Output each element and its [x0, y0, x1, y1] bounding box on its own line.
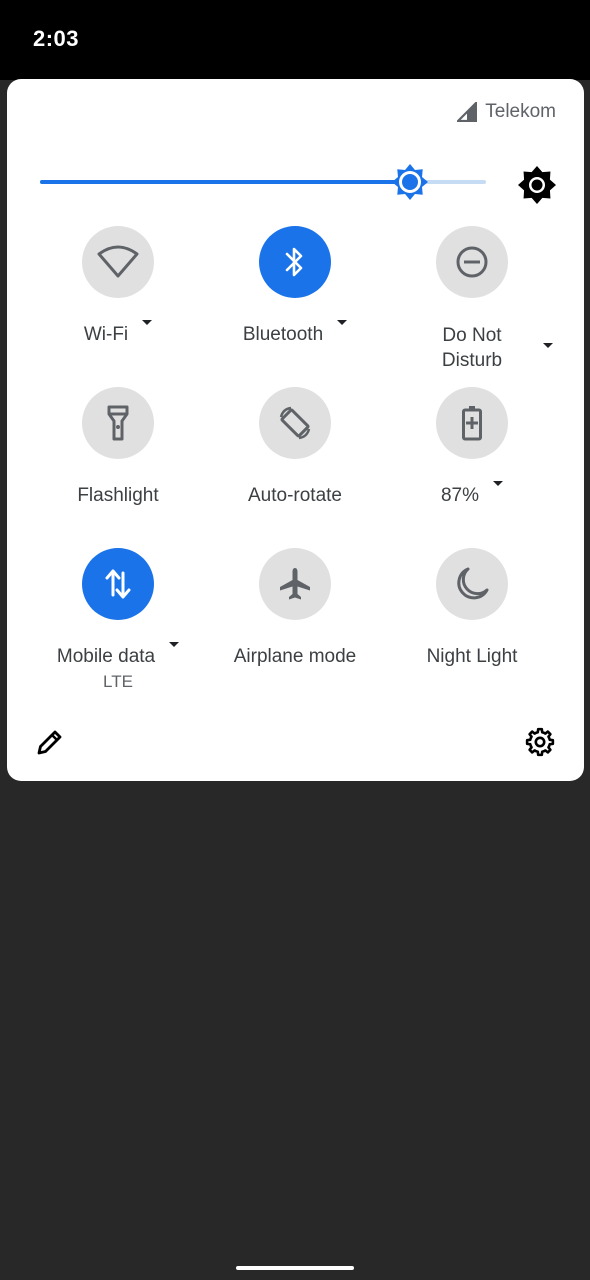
chevron-down-icon[interactable]	[543, 343, 553, 348]
quick-settings-panel: Telekom Wi-Fi Bluetooth Do Not Disturb F…	[7, 79, 584, 781]
tile-airplane-label: Airplane mode	[233, 646, 357, 667]
gear-icon[interactable]	[525, 727, 555, 757]
tile-bluetooth-button[interactable]	[259, 226, 331, 298]
flashlight-icon	[107, 405, 129, 441]
signal-icon	[457, 102, 478, 122]
tile-night-light-button[interactable]	[436, 548, 508, 620]
chevron-down-icon[interactable]	[493, 481, 504, 486]
do-not-disturb-icon	[456, 246, 488, 278]
tile-bluetooth-label: Bluetooth	[242, 324, 324, 345]
tile-mobile-data-button[interactable]	[82, 548, 154, 620]
pencil-icon[interactable]	[35, 727, 65, 757]
tile-airplane-mode[interactable]: Airplane mode	[205, 548, 385, 698]
tile-mobile-data-sublabel: LTE	[103, 672, 133, 691]
tile-wifi[interactable]: Wi-Fi	[28, 226, 208, 376]
tile-night-light[interactable]: Night Light	[382, 548, 562, 698]
brightness-slider-fill	[40, 180, 411, 184]
tile-do-not-disturb[interactable]: Do Not Disturb	[382, 226, 562, 376]
tile-auto-rotate-button[interactable]	[259, 387, 331, 459]
tile-mobile-data[interactable]: Mobile data LTE	[28, 548, 208, 698]
tile-battery-button[interactable]	[436, 387, 508, 459]
carrier-name: Telekom	[485, 101, 556, 122]
tile-auto-rotate[interactable]: Auto-rotate	[205, 387, 385, 537]
night-light-icon	[457, 567, 489, 600]
brightness-thumb-icon[interactable]	[391, 163, 429, 201]
battery-saver-icon	[462, 406, 482, 441]
tile-wifi-label: Wi-Fi	[83, 324, 129, 345]
mobile-data-icon	[105, 569, 131, 599]
chevron-down-icon[interactable]	[169, 642, 180, 647]
tile-bluetooth[interactable]: Bluetooth	[205, 226, 385, 376]
carrier-info: Telekom	[457, 101, 556, 123]
tile-night-light-label: Night Light	[426, 646, 518, 667]
tile-dnd-label-line1: Do Not	[442, 325, 502, 346]
airplane-icon	[280, 568, 310, 600]
tile-airplane-button[interactable]	[259, 548, 331, 620]
bluetooth-icon	[285, 247, 303, 277]
navigation-handle[interactable]	[236, 1266, 354, 1270]
chevron-down-icon[interactable]	[337, 320, 348, 325]
wifi-icon	[97, 245, 139, 278]
tile-mobile-data-label: Mobile data	[56, 646, 156, 667]
auto-brightness-icon[interactable]	[517, 165, 557, 205]
auto-rotate-icon	[279, 406, 311, 440]
tile-flashlight[interactable]: Flashlight	[28, 387, 208, 537]
status-time: 2:03	[33, 26, 80, 51]
tile-auto-rotate-label: Auto-rotate	[248, 485, 342, 506]
tile-battery-label: 87%	[440, 485, 480, 506]
tile-dnd-label-line2: Disturb	[441, 350, 503, 371]
status-bar: 2:03	[0, 0, 590, 80]
tile-flashlight-button[interactable]	[82, 387, 154, 459]
tile-battery[interactable]: 87%	[382, 387, 562, 537]
tile-flashlight-label: Flashlight	[77, 485, 159, 506]
tile-dnd-button[interactable]	[436, 226, 508, 298]
tile-wifi-button[interactable]	[82, 226, 154, 298]
brightness-slider[interactable]	[40, 164, 486, 200]
chevron-down-icon[interactable]	[142, 320, 153, 325]
